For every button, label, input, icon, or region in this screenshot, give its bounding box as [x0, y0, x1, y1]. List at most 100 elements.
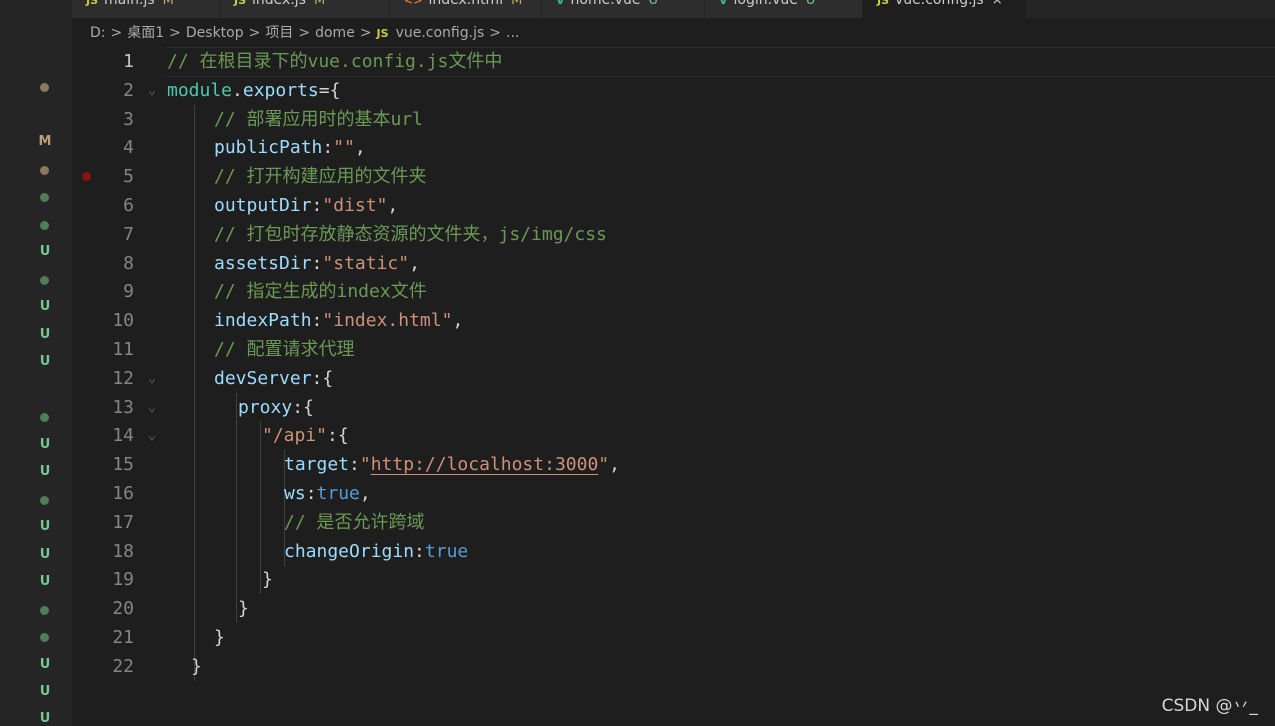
breadcrumb-symbol-ellipsis[interactable]: ... [506, 25, 519, 41]
file-type-icon: JS [86, 0, 99, 7]
code-line[interactable]: 8 assetsDir:"static", [72, 248, 1275, 278]
js-file-icon: JS [376, 27, 389, 40]
git-status-letter: U [39, 547, 51, 562]
token-punc: :{ [292, 396, 314, 418]
token-str: "static" [322, 252, 410, 274]
git-status-letter: U [39, 711, 51, 726]
code-line[interactable]: 6 outputDir:"dist", [72, 191, 1275, 220]
indent-guide [236, 507, 237, 537]
code-editor[interactable]: 1 // 在根目录下的vue.config.js文件中 2 ⌄ module.expor… [72, 47, 1275, 726]
breadcrumb-item[interactable]: dome [315, 25, 355, 41]
git-status-letter: U [39, 354, 51, 369]
code-text: // 打包时存放静态资源的文件夹，js/img/css [214, 220, 607, 249]
line-number: 22 [112, 655, 134, 677]
code-text: } [262, 565, 273, 594]
code-line[interactable]: 17 // 是否允许跨域 [72, 507, 1275, 537]
code-line[interactable]: 14 ⌄ "/api":{ [72, 421, 1275, 451]
code-line[interactable]: 4 publicPath:"", [72, 133, 1275, 163]
breadcrumb: D: > 桌面1 > Desktop > 项目 > dome > JS vue.config.js >.… [72, 18, 1275, 48]
git-status-dot [40, 606, 49, 615]
code-line[interactable]: 19} [72, 565, 1275, 595]
git-status-letter: U [39, 519, 51, 534]
tab-content: JS index.js M [220, 0, 389, 10]
chevron-down-icon[interactable]: ⌄ [145, 421, 159, 450]
code-line[interactable]: 20} [72, 594, 1275, 624]
token-comment: // 是否允许跨域 [284, 511, 425, 533]
code-text: proxy:{ [238, 393, 314, 422]
line-number: 5 [123, 166, 134, 188]
token-str: "dist" [322, 195, 388, 216]
code-line[interactable]: 10 indexPath:"index.html", [72, 306, 1275, 336]
line-number: 4 [123, 137, 134, 159]
close-icon[interactable]: × [992, 0, 1003, 8]
line-number: 11 [112, 339, 134, 360]
file-type-icon: V [556, 0, 565, 7]
code-line[interactable]: 21} [72, 623, 1275, 652]
indent-guide [236, 392, 237, 422]
token-str: "index.html" [322, 310, 453, 332]
tab-content: JS vue.config.js × [863, 0, 1026, 10]
code-line[interactable]: 22} [72, 651, 1275, 681]
code-line[interactable]: 3 // 部署应用时的基本url [72, 104, 1275, 134]
code-text: publicPath:"", [214, 133, 366, 162]
tab-content: JS main.js M [72, 0, 219, 10]
code-line[interactable]: 12 ⌄ devServer:{ [72, 363, 1275, 393]
token-punc: . [232, 79, 243, 101]
token-prop: indexPath [214, 310, 312, 332]
breadcrumb-item[interactable]: 项目 [265, 25, 293, 41]
editor-tab-bar: JS main.js M JS index.js M <> index.html M Vhome.… [72, 0, 1275, 18]
tab-content: Vhome.vue U [542, 0, 704, 10]
token-prop: assetsDir [214, 252, 312, 274]
token-punc: : [311, 252, 323, 274]
code-line[interactable]: 1 // 在根目录下的vue.config.js文件中 [72, 47, 1275, 77]
indent-guide [194, 536, 195, 566]
code-line[interactable]: 2 ⌄ module.exports={ [72, 76, 1275, 105]
token-punc: ={ [318, 79, 341, 101]
token-url[interactable]: http://localhost:3000 [371, 454, 599, 475]
code-line[interactable]: 18 changeOrigin:true [72, 536, 1275, 566]
code-line[interactable]: 13 ⌄ proxy:{ [72, 392, 1275, 422]
token-prop: exports [242, 79, 319, 101]
code-line[interactable]: 7 // 打包时存放静态资源的文件夹，js/img/css [72, 219, 1275, 249]
file-type-icon: V [719, 0, 728, 7]
line-number: 16 [112, 483, 134, 504]
code-text: assetsDir:"static", [214, 249, 420, 278]
breadcrumb-item[interactable]: D: [90, 25, 106, 41]
tab-index-js[interactable]: JS index.js M [220, 0, 390, 18]
breadcrumb-item[interactable]: Desktop [186, 25, 244, 41]
tab-vue-config-js[interactable]: JS vue.config.js × [863, 0, 1027, 18]
tab-label: vue.config.js [895, 0, 984, 8]
code-line[interactable]: 11 // 配置请求代理 [72, 335, 1275, 364]
token-punc: } [238, 598, 249, 620]
git-status-letter: U [39, 244, 51, 259]
code-text: ws:true, [284, 479, 371, 508]
tab-index-html[interactable]: <> index.html M [390, 0, 542, 18]
chevron-down-icon[interactable]: ⌄ [145, 364, 159, 393]
token-punc: , [359, 483, 371, 504]
chevron-right-icon: > [169, 25, 181, 41]
chevron-down-icon[interactable]: ⌄ [145, 76, 159, 105]
tab-main-js[interactable]: JS main.js M [72, 0, 220, 18]
code-line[interactable]: 9 // 指定生成的index文件 [72, 277, 1275, 307]
git-status-dot [40, 276, 49, 285]
breadcrumb-item[interactable]: 桌面1 [127, 25, 164, 41]
code-line[interactable]: 16 ws:true, [72, 479, 1275, 508]
line-number: 15 [112, 454, 134, 476]
explorer-status-strip: MUUUUUUUUUUUU [0, 0, 72, 726]
code-line[interactable]: 15 target:"http://localhost:3000", [72, 450, 1275, 480]
indent-guide [194, 133, 195, 163]
breadcrumb-file[interactable]: vue.config.js [396, 25, 485, 41]
chevron-down-icon[interactable]: ⌄ [145, 393, 159, 422]
token-prop: changeOrigin [284, 540, 415, 562]
code-text: // 指定生成的index文件 [214, 277, 427, 306]
code-line[interactable]: 5 // 打开构建应用的文件夹 [72, 162, 1275, 192]
token-str: "" [333, 137, 355, 159]
indent-guide [236, 594, 237, 624]
git-status-badge: U [648, 0, 658, 8]
tab-home-vue[interactable]: Vhome.vue U [542, 0, 705, 18]
token-punc: , [354, 137, 366, 159]
git-status-dot [40, 633, 49, 642]
token-punc: : [349, 454, 360, 476]
tab-login-vue[interactable]: Vlogin.vue U [705, 0, 863, 18]
line-number: 2 [123, 79, 134, 101]
